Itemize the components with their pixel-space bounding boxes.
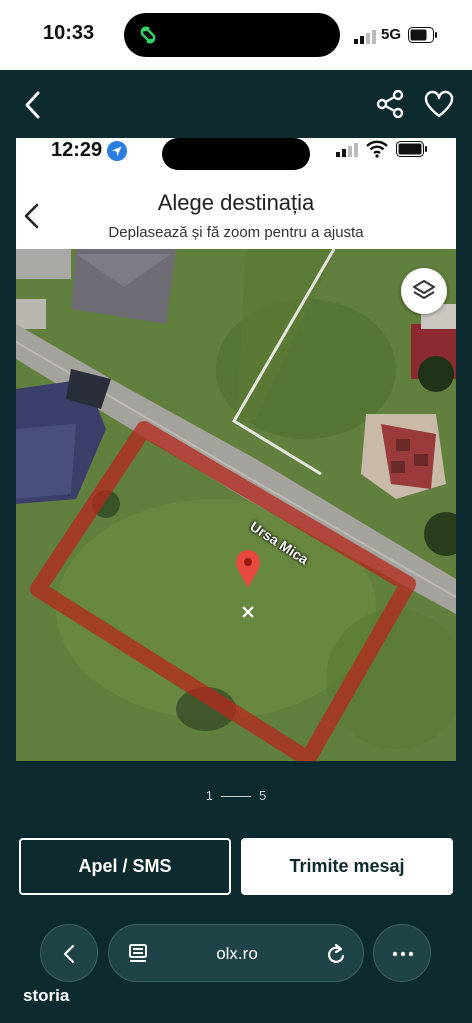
chevron-left-icon — [63, 944, 75, 964]
chevron-left-icon[interactable] — [20, 90, 46, 120]
activity-icon — [135, 22, 161, 48]
send-message-button[interactable]: Trimite mesaj — [241, 838, 453, 895]
signal-icon — [354, 30, 376, 44]
layers-button[interactable] — [401, 268, 447, 314]
call-sms-button[interactable]: Apel / SMS — [19, 838, 231, 895]
location-arrow-icon — [107, 141, 127, 161]
inner-signal-icon — [336, 143, 358, 157]
image-pager: 15 — [0, 788, 472, 803]
status-bar: 10:33 5G — [0, 0, 472, 70]
more-options-button[interactable] — [373, 924, 431, 982]
network-type: 5G — [381, 26, 402, 43]
inner-title: Alege destinația — [157, 190, 315, 215]
dynamic-island — [124, 13, 340, 57]
listing-header — [0, 70, 472, 138]
satellite-map — [16, 249, 456, 761]
reload-icon[interactable] — [325, 942, 347, 966]
layers-icon — [413, 280, 435, 299]
pager-divider — [221, 796, 251, 798]
more-horizontal-icon — [392, 951, 414, 957]
inner-status-bar: 12:29 — [16, 138, 456, 172]
inner-subtitle: Deplasează și fă zoom pentru a ajusta — [108, 224, 364, 241]
address-bar[interactable]: olx.ro — [108, 924, 364, 982]
battery-icon — [408, 27, 437, 43]
wifi-icon — [366, 140, 388, 158]
heart-icon[interactable] — [424, 90, 454, 118]
pager-current: 1 — [205, 788, 213, 803]
browser-back-button[interactable] — [40, 924, 98, 982]
status-time: 10:33 — [43, 22, 95, 44]
gallery-photo[interactable]: 12:29 Alege destinația Deplasează și fă … — [16, 138, 456, 761]
brand-logo: storia — [23, 986, 70, 1005]
pager-total: 5 — [259, 788, 267, 803]
inner-battery-icon — [396, 141, 427, 157]
inner-time: 12:29 — [51, 139, 103, 161]
inner-dynamic-island — [162, 138, 310, 170]
share-icon[interactable] — [376, 90, 404, 118]
